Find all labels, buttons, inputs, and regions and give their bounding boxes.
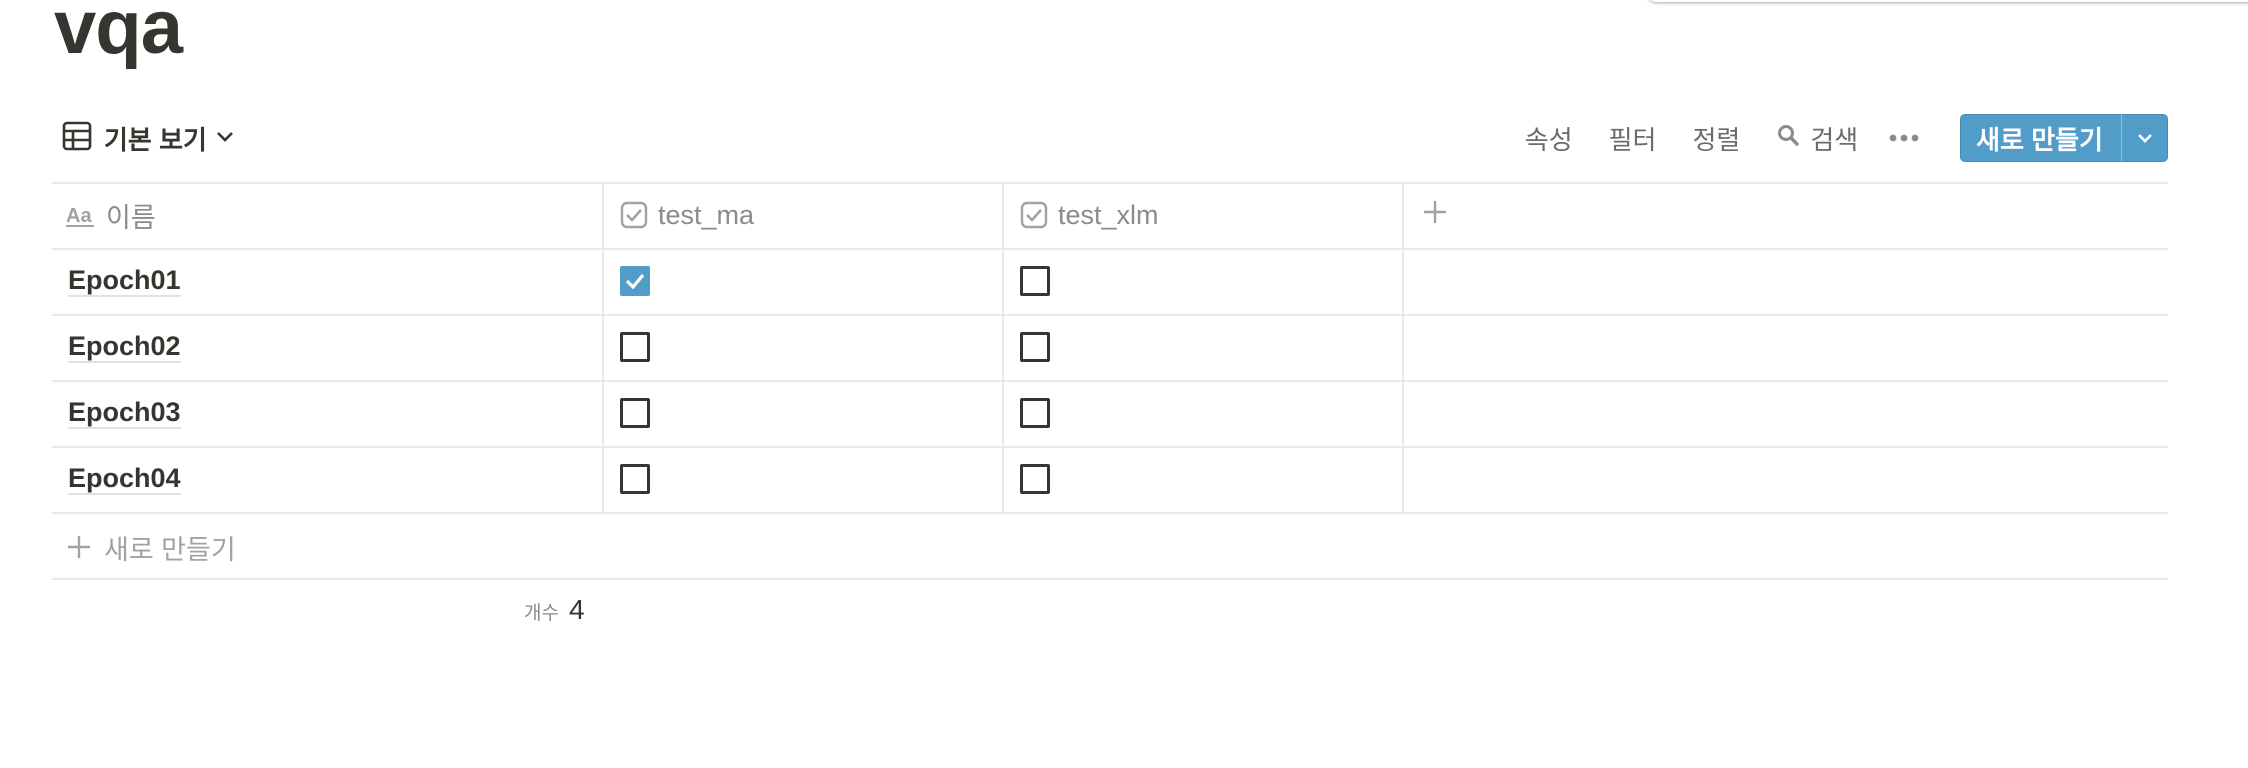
more-options-icon[interactable]	[1888, 133, 1920, 143]
search-icon	[1776, 123, 1800, 154]
sort-button[interactable]: 정렬	[1692, 120, 1740, 157]
checkbox-checked[interactable]	[620, 266, 650, 296]
test-xlm-cell[interactable]	[1020, 380, 1050, 446]
test-xlm-cell[interactable]	[1020, 314, 1050, 380]
name-cell[interactable]: Epoch04	[68, 446, 181, 512]
row-name[interactable]: Epoch01	[68, 265, 181, 297]
view-switcher[interactable]: 기본 보기	[62, 120, 235, 156]
test-xlm-cell[interactable]	[1020, 248, 1050, 314]
checkbox-property-icon	[1020, 201, 1048, 229]
name-cell[interactable]: Epoch01	[68, 248, 181, 314]
checkbox-unchecked[interactable]	[620, 398, 650, 428]
table-row[interactable]: Epoch04	[52, 446, 2168, 512]
search-button[interactable]: 검색	[1776, 120, 1858, 157]
new-button-dropdown[interactable]	[2121, 114, 2168, 162]
name-cell[interactable]: Epoch02	[68, 314, 181, 380]
page-title: vqa	[54, 0, 183, 70]
table-header-row: Aa 이름 test_ma test_xlm	[52, 182, 2168, 248]
column-header-label: test_ma	[658, 199, 755, 230]
test-xlm-cell[interactable]	[1020, 446, 1050, 512]
checkbox-unchecked[interactable]	[1020, 464, 1050, 494]
text-aa-icon: Aa	[66, 203, 96, 227]
plus-icon	[66, 534, 92, 560]
row-count-calculation[interactable]: 개수 4	[524, 594, 585, 634]
row-name[interactable]: Epoch02	[68, 331, 181, 363]
add-row-button[interactable]: 새로 만들기	[66, 516, 236, 578]
test-ma-cell[interactable]	[620, 446, 650, 512]
checkbox-unchecked[interactable]	[620, 332, 650, 362]
chevron-down-icon	[215, 126, 235, 151]
name-cell[interactable]: Epoch03	[68, 380, 181, 446]
count-value: 4	[568, 594, 585, 625]
table-border	[52, 512, 2168, 514]
svg-text:Aa: Aa	[66, 205, 92, 227]
table-border	[52, 578, 2168, 580]
table-row[interactable]: Epoch01	[52, 248, 2168, 314]
check-icon	[625, 273, 645, 290]
test-ma-cell[interactable]	[620, 380, 650, 446]
properties-button[interactable]: 속성	[1525, 120, 1573, 157]
checkbox-unchecked[interactable]	[1020, 266, 1050, 296]
test-ma-cell[interactable]	[620, 248, 650, 314]
table-row[interactable]: Epoch02	[52, 314, 2168, 380]
count-label: 개수	[524, 603, 559, 624]
checkbox-unchecked[interactable]	[1020, 332, 1050, 362]
column-header-test-ma[interactable]: test_ma	[620, 182, 754, 248]
row-name[interactable]: Epoch04	[68, 463, 181, 495]
checkbox-unchecked[interactable]	[1020, 398, 1050, 428]
search-label: 검색	[1810, 124, 1859, 155]
row-name[interactable]: Epoch03	[68, 397, 181, 429]
column-header-label: 이름	[106, 202, 156, 233]
plus-icon	[1422, 199, 1448, 232]
view-name: 기본 보기	[104, 124, 207, 155]
column-header-test-xlm[interactable]: test_xlm	[1020, 182, 1159, 248]
column-header-label: test_xlm	[1058, 199, 1159, 230]
view-toolbar: 속성 필터 정렬 검색 새로 만들기	[1525, 114, 2168, 162]
checkbox-property-icon	[620, 201, 648, 229]
new-button-group: 새로 만들기	[1960, 114, 2168, 162]
chevron-down-icon	[2138, 134, 2152, 143]
column-header-name[interactable]: Aa 이름	[66, 182, 156, 248]
checkbox-unchecked[interactable]	[620, 464, 650, 494]
table-view-icon	[62, 121, 92, 156]
test-ma-cell[interactable]	[620, 314, 650, 380]
table-row[interactable]: Epoch03	[52, 380, 2168, 446]
popup-shadow-edge	[1648, 0, 2248, 2]
filter-button[interactable]: 필터	[1609, 120, 1657, 157]
add-row-label: 새로 만들기	[104, 534, 236, 565]
new-button[interactable]: 새로 만들기	[1960, 114, 2121, 162]
add-property-button[interactable]	[1422, 182, 1448, 248]
